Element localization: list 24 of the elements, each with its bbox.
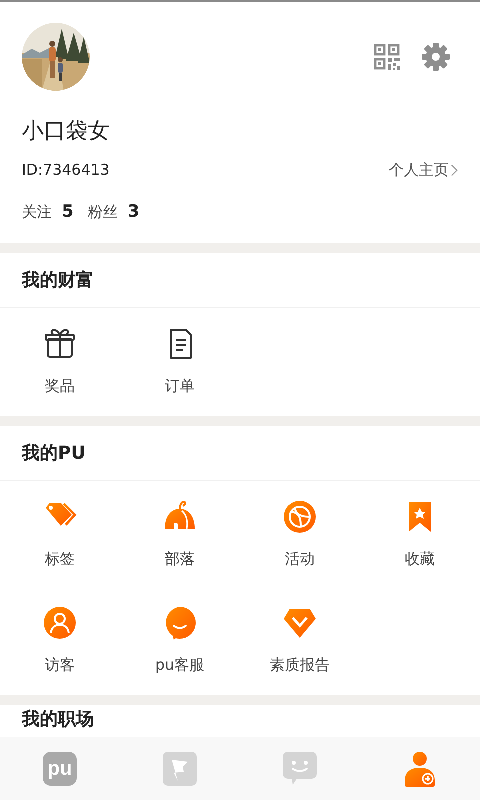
stat-count: 5 [62,201,74,223]
profile-icon[interactable] [402,750,438,786]
user-id: ID:7346413 [22,160,110,181]
section-title: 我的PU [0,426,480,481]
menu-item-label[interactable]: 访客 [45,655,75,675]
menu-item-label[interactable]: pu客服 [155,655,205,675]
section-title: 我的财富 [0,253,480,308]
menu-item-label[interactable]: 部落 [165,549,195,569]
chevron-icon[interactable] [451,164,458,176]
person-icon [42,605,78,641]
menu-item-label[interactable]: 收藏 [405,549,435,569]
menu-item-label[interactable]: 标签 [45,549,75,569]
stat-label: 粉丝 [88,202,118,223]
menu-item-label[interactable]: 活动 [285,549,315,569]
menu-item-label[interactable]: 素质报告 [270,655,330,675]
menu-item-label[interactable]: 奖品 [45,376,75,396]
qr-code-icon[interactable] [374,44,400,70]
stat-count: 3 [128,201,140,223]
profile-link[interactable]: 个人主页 [389,159,458,181]
settings-icon[interactable] [422,43,450,71]
user-name: 小口袋女 [22,118,111,146]
menu-item-label[interactable]: 订单 [165,376,195,396]
stat-label: 关注 [22,202,52,223]
ball-icon [282,499,318,535]
